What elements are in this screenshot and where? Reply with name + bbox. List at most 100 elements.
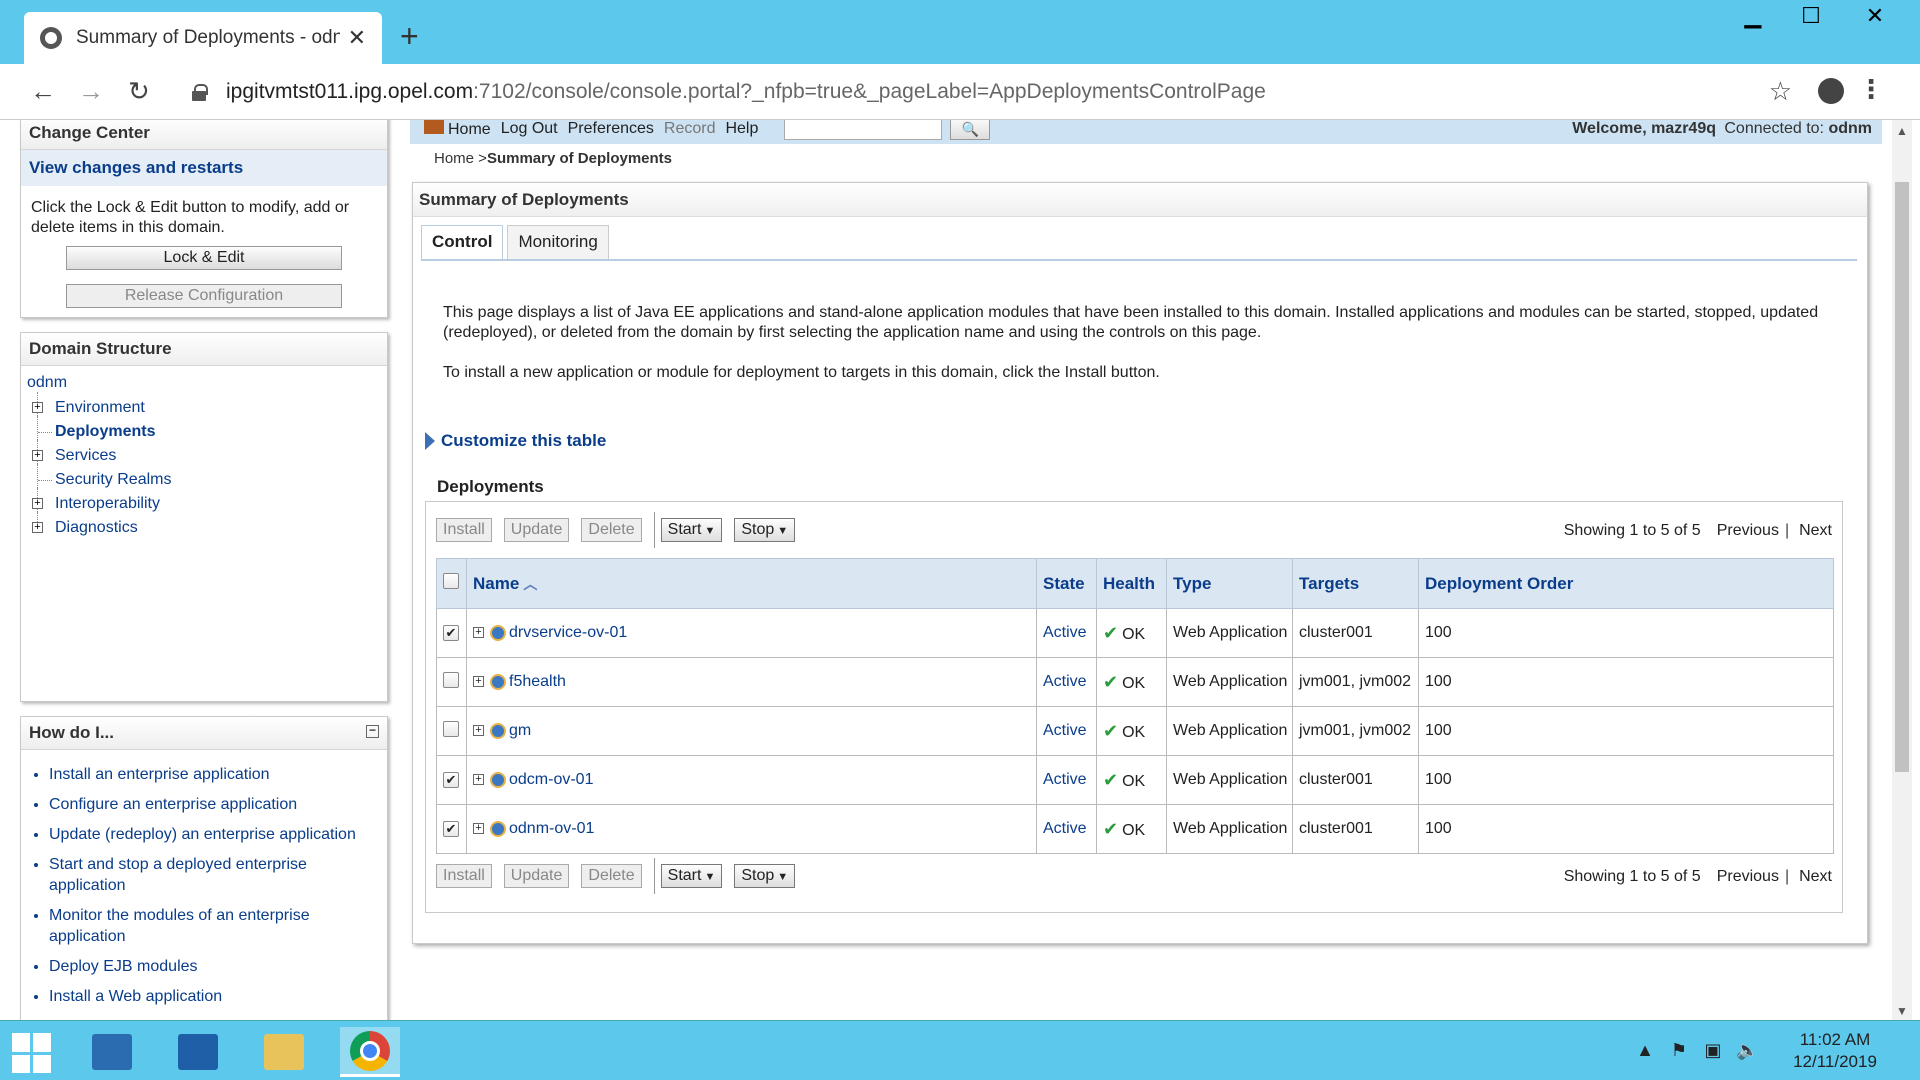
- state-link[interactable]: Active: [1043, 820, 1087, 837]
- search-icon[interactable]: 🔍: [950, 120, 991, 140]
- column-name[interactable]: Name ︿: [466, 558, 1037, 609]
- tree-item-deployments[interactable]: Deployments: [25, 416, 383, 444]
- deployment-name-link[interactable]: drvservice-ov-01: [509, 624, 627, 641]
- expand-row-icon[interactable]: +: [473, 725, 484, 737]
- state-link[interactable]: Active: [1043, 771, 1087, 788]
- deployment-name-link[interactable]: odcm-ov-01: [509, 771, 593, 788]
- show-hidden-icons-icon[interactable]: ▲: [1634, 1040, 1656, 1062]
- windows-start-icon[interactable]: [12, 1033, 52, 1073]
- row-checkbox[interactable]: [443, 720, 459, 737]
- stop-dropdown-button[interactable]: Stop ▼: [734, 864, 796, 888]
- toolbar-record[interactable]: Record: [664, 120, 716, 138]
- url-field[interactable]: ipgitvmtst011.ipg.opel.com:7102/console/…: [176, 72, 1792, 112]
- release-configuration-button[interactable]: Release Configuration: [66, 284, 342, 308]
- scroll-down-icon[interactable]: ▼: [1896, 1004, 1908, 1018]
- state-link[interactable]: Active: [1043, 673, 1087, 690]
- window-close-icon[interactable]: ✕: [1840, 0, 1910, 32]
- powershell-icon[interactable]: [168, 1027, 228, 1077]
- tree-item-services[interactable]: + Services: [25, 440, 383, 468]
- deployment-name-link[interactable]: gm: [509, 722, 531, 739]
- paging-next[interactable]: Next: [1799, 868, 1832, 886]
- stop-dropdown-button[interactable]: Stop ▼: [734, 518, 796, 542]
- network-icon[interactable]: ▣: [1702, 1040, 1724, 1062]
- sort-ascending-icon[interactable]: ︿: [523, 576, 537, 592]
- how-do-i-item[interactable]: Install a Web application: [49, 986, 377, 1007]
- browser-tab[interactable]: Summary of Deployments - odnm ✕: [24, 12, 382, 64]
- row-checkbox[interactable]: [443, 671, 459, 688]
- toolbar-help[interactable]: Help: [725, 120, 758, 138]
- server-manager-icon[interactable]: [82, 1027, 142, 1077]
- expand-row-icon[interactable]: +: [473, 823, 484, 835]
- deployment-name-link[interactable]: f5health: [509, 673, 566, 690]
- state-link[interactable]: Active: [1043, 624, 1087, 641]
- column-type[interactable]: Type: [1166, 558, 1293, 609]
- expand-row-icon[interactable]: +: [473, 676, 484, 688]
- tree-item-environment[interactable]: + Environment: [25, 392, 383, 420]
- tree-item-diagnostics[interactable]: + Diagnostics: [25, 512, 383, 540]
- back-icon[interactable]: ←: [30, 76, 56, 107]
- taskbar-clock[interactable]: 11:02 AM 12/11/2019: [1770, 1029, 1900, 1073]
- chrome-taskbar-icon[interactable]: [340, 1027, 400, 1077]
- column-deployment-order[interactable]: Deployment Order: [1418, 558, 1834, 609]
- column-health[interactable]: Health: [1096, 558, 1167, 609]
- column-state[interactable]: State: [1036, 558, 1097, 609]
- start-dropdown-button[interactable]: Start ▼: [660, 864, 723, 888]
- lock-icon[interactable]: [192, 84, 208, 101]
- how-do-i-item[interactable]: Deploy EJB modules: [49, 956, 377, 977]
- how-do-i-item[interactable]: Update (redeploy) an enterprise applicat…: [49, 824, 377, 845]
- update-button[interactable]: Update: [503, 864, 570, 888]
- expand-icon[interactable]: +: [32, 498, 43, 509]
- paging-previous[interactable]: Previous: [1717, 522, 1779, 540]
- paging-next[interactable]: Next: [1799, 522, 1832, 540]
- maximize-icon[interactable]: ☐: [1782, 0, 1840, 32]
- how-do-i-item[interactable]: Configure an enterprise application: [49, 794, 377, 815]
- toolbar-home[interactable]: Home: [424, 120, 491, 139]
- volume-icon[interactable]: 🔈: [1736, 1040, 1758, 1062]
- bookmark-star-icon[interactable]: ☆: [1769, 76, 1792, 107]
- reload-icon[interactable]: ↻: [128, 76, 150, 107]
- deployment-name-link[interactable]: odnm-ov-01: [509, 820, 594, 837]
- scroll-up-icon[interactable]: ▲: [1896, 124, 1908, 138]
- delete-button[interactable]: Delete: [581, 864, 642, 888]
- state-link[interactable]: Active: [1043, 722, 1087, 739]
- column-targets[interactable]: Targets: [1292, 558, 1419, 609]
- view-changes-link[interactable]: View changes and restarts: [21, 150, 387, 186]
- action-center-flag-icon[interactable]: ⚑: [1668, 1040, 1690, 1062]
- page-scrollbar[interactable]: ▲ ▼: [1892, 120, 1912, 1020]
- customize-table-link[interactable]: Customize this table: [425, 431, 606, 451]
- minimize-icon[interactable]: ▁: [1724, 0, 1782, 32]
- tree-root-odnm[interactable]: odnm: [25, 372, 383, 396]
- expand-icon[interactable]: +: [32, 450, 43, 461]
- tab-control[interactable]: Control: [421, 225, 504, 259]
- how-do-i-item[interactable]: Monitor the modules of an enterprise app…: [49, 905, 377, 947]
- file-explorer-icon[interactable]: [254, 1027, 314, 1077]
- row-checkbox[interactable]: ✔: [443, 821, 459, 837]
- row-checkbox[interactable]: ✔: [443, 625, 459, 641]
- forward-icon[interactable]: →: [78, 76, 104, 107]
- menu-kebab-icon[interactable]: ⋮: [1858, 74, 1884, 105]
- collapse-icon[interactable]: −: [366, 724, 379, 738]
- tab-monitoring[interactable]: Monitoring: [507, 225, 609, 259]
- expand-row-icon[interactable]: +: [473, 627, 484, 639]
- how-do-i-item[interactable]: Install an enterprise application: [49, 764, 377, 785]
- profile-icon[interactable]: [1818, 78, 1844, 104]
- select-all-checkbox[interactable]: [443, 573, 459, 589]
- breadcrumb-home[interactable]: Home >: [434, 150, 487, 167]
- how-do-i-item[interactable]: Start and stop a deployed enterprise app…: [49, 854, 377, 896]
- expand-row-icon[interactable]: +: [473, 774, 484, 786]
- scrollbar-thumb[interactable]: [1895, 182, 1909, 772]
- lock-edit-button[interactable]: Lock & Edit: [66, 246, 342, 270]
- new-tab-button[interactable]: +: [400, 18, 419, 55]
- toolbar-logout[interactable]: Log Out: [501, 120, 558, 138]
- expand-icon[interactable]: +: [32, 522, 43, 533]
- tree-item-interoperability[interactable]: + Interoperability: [25, 488, 383, 516]
- paging-previous[interactable]: Previous: [1717, 868, 1779, 886]
- search-input[interactable]: [784, 120, 943, 140]
- delete-button[interactable]: Delete: [581, 518, 642, 542]
- expand-icon[interactable]: +: [32, 402, 43, 413]
- install-button[interactable]: Install: [436, 864, 492, 888]
- close-tab-icon[interactable]: ✕: [348, 25, 366, 51]
- toolbar-preferences[interactable]: Preferences: [568, 120, 654, 138]
- install-button[interactable]: Install: [436, 518, 492, 542]
- start-dropdown-button[interactable]: Start ▼: [660, 518, 723, 542]
